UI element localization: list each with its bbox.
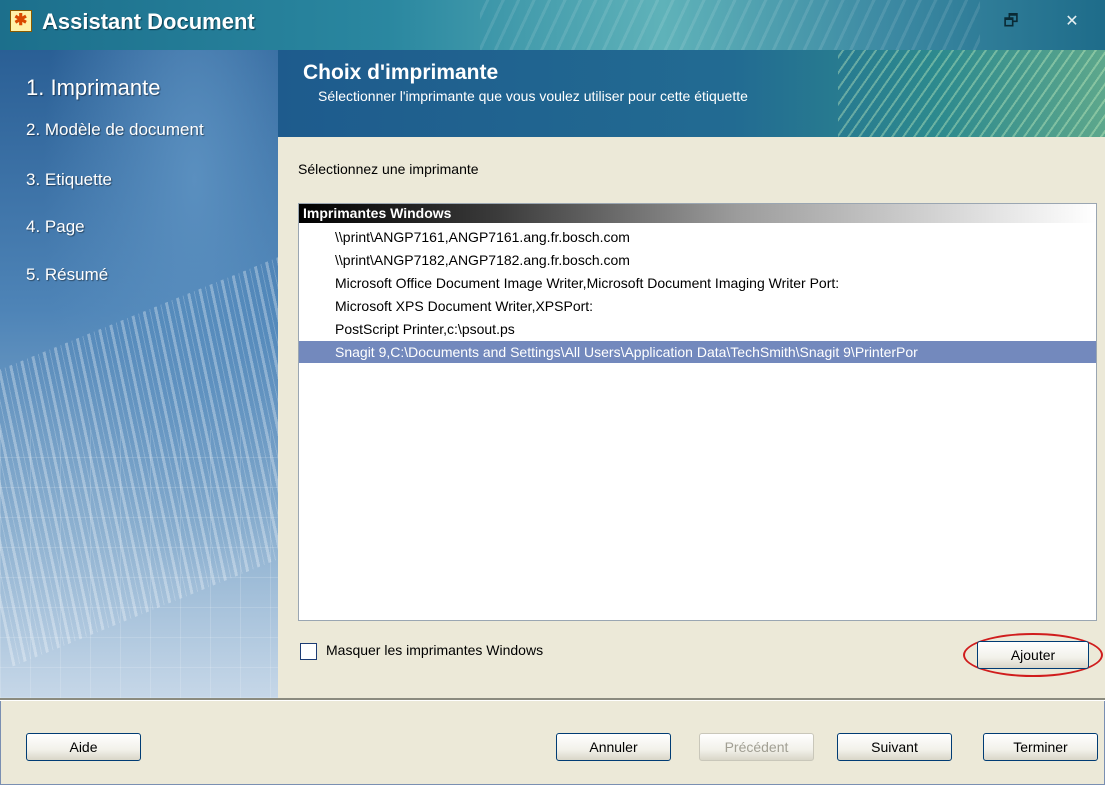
finish-button[interactable]: Terminer	[983, 733, 1098, 761]
previous-button[interactable]: Précédent	[699, 733, 814, 761]
step-summary: 5. Résumé	[26, 265, 109, 284]
page-title: Choix d'imprimante	[303, 61, 499, 84]
printer-item[interactable]: Microsoft Office Document Image Writer,M…	[299, 272, 1096, 294]
close-icon[interactable]: ✕	[1061, 12, 1083, 32]
printer-group-header: Imprimantes Windows	[299, 204, 1096, 223]
footer-separator	[0, 698, 1105, 701]
hide-windows-printers-checkbox[interactable]	[300, 643, 317, 660]
assistant-document-window: ✱ Assistant Document 🗗 ✕ 1. Imprimante 2…	[0, 0, 1105, 785]
printer-item[interactable]: \\print\ANGP7161,ANGP7161.ang.fr.bosch.c…	[299, 226, 1096, 248]
printer-item-selected[interactable]: Snagit 9,C:\Documents and Settings\All U…	[299, 341, 1096, 363]
step-page: 4. Page	[26, 217, 85, 236]
printer-item[interactable]: \\print\ANGP7182,ANGP7182.ang.fr.bosch.c…	[299, 249, 1096, 271]
title-bar[interactable]: ✱ Assistant Document 🗗 ✕	[0, 0, 1105, 50]
wizard-steps-panel: 1. Imprimante 2. Modèle de document 3. E…	[0, 50, 278, 698]
printer-list[interactable]: Imprimantes Windows \\print\ANGP7161,ANG…	[298, 203, 1097, 621]
window-title: Assistant Document	[42, 9, 255, 34]
printer-item[interactable]: Microsoft XPS Document Writer,XPSPort:	[299, 295, 1096, 317]
add-printer-button[interactable]: Ajouter	[977, 641, 1089, 669]
page-header-banner: Choix d'imprimante Sélectionner l'imprim…	[278, 50, 1105, 137]
step-printer: 1. Imprimante	[26, 75, 161, 100]
select-printer-label: Sélectionnez une imprimante	[298, 161, 479, 177]
page-subtitle: Sélectionner l'imprimante que vous voule…	[318, 88, 748, 104]
step-document-template: 2. Modèle de document	[26, 120, 204, 139]
hide-windows-printers-label[interactable]: Masquer les imprimantes Windows	[326, 642, 543, 658]
cancel-button[interactable]: Annuler	[556, 733, 671, 761]
main-content: Sélectionnez une imprimante Imprimantes …	[278, 137, 1105, 698]
step-label: 3. Etiquette	[26, 170, 113, 189]
app-icon: ✱	[10, 10, 32, 32]
next-button[interactable]: Suivant	[837, 733, 952, 761]
help-button[interactable]: Aide	[26, 733, 141, 761]
restore-icon[interactable]: 🗗	[1000, 12, 1022, 32]
printer-item[interactable]: PostScript Printer,c:\psout.ps	[299, 318, 1096, 340]
